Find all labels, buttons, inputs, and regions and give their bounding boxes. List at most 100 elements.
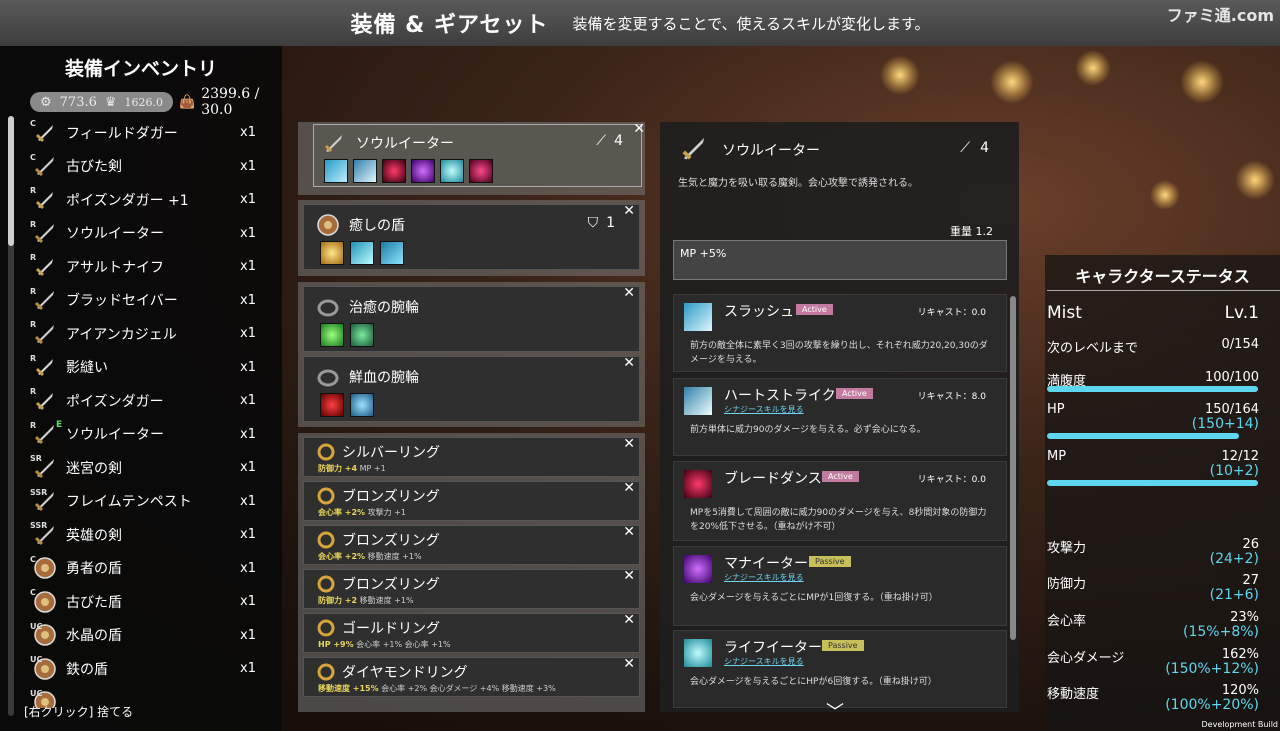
detail-item-name: ソウルイーター [722, 143, 820, 159]
inventory-item[interactable]: R ソウルイーター x1 [26, 217, 276, 251]
inventory-item[interactable]: SSR フレイムテンペスト x1 [26, 485, 276, 519]
inventory-item[interactable]: C フィールドダガー x1 [26, 116, 276, 150]
bracelet-slot-2[interactable]: 鮮血の腕輪 ✕ [303, 355, 640, 422]
ring-slot[interactable]: ブロンズリング ✕ 会心率 +2% 移動速度 +1% [303, 524, 640, 565]
stat-value-2: 1626.0 [124, 95, 164, 109]
inventory-item[interactable]: C 勇者の盾 x1 [26, 552, 276, 586]
close-icon[interactable]: ✕ [623, 568, 635, 584]
shield-level: 1 [606, 215, 615, 231]
close-icon[interactable]: ✕ [623, 524, 635, 540]
skill-blade-dance-icon[interactable] [382, 159, 406, 183]
inventory-item[interactable]: UC 鉄の盾 x1 [26, 652, 276, 686]
chevron-down-icon[interactable]: ﹀ [826, 698, 844, 724]
skill-heart-strike-icon[interactable] [353, 159, 377, 183]
ring-name: ブロンズリング [342, 489, 440, 505]
rarity-label: R [30, 420, 37, 430]
ring-slot[interactable]: ゴールドリング ✕ HP +9% 会心率 +1% 会心率 +1% [303, 612, 640, 653]
development-build-label: Development Build [1201, 720, 1278, 729]
shield-icon [316, 213, 340, 237]
inventory-item[interactable]: R ポイズンダガー +1 x1 [26, 183, 276, 217]
ring-slot[interactable]: ブロンズリング ✕ 会心率 +2% 攻撃力 +1 [303, 480, 640, 521]
skill-slash-icon[interactable] [324, 159, 348, 183]
skill-shield-2-icon[interactable] [350, 241, 374, 265]
scrollbar-thumb[interactable] [8, 116, 14, 246]
skill-regen-icon[interactable] [350, 323, 374, 347]
skill-mana-eater-icon[interactable] [411, 159, 435, 183]
detail-scrollbar[interactable] [1010, 296, 1016, 640]
skill-shield-3-icon[interactable] [380, 241, 404, 265]
skill-shield-1-icon[interactable] [320, 241, 344, 265]
ring-slot[interactable]: シルバーリング ✕ 防御力 +4 MP +1 [303, 436, 640, 477]
inventory-item[interactable]: SSR 英雄の剣 x1 [26, 518, 276, 552]
skill-blood-icon[interactable] [320, 393, 344, 417]
close-icon[interactable]: ✕ [623, 355, 635, 371]
inventory-item[interactable]: C 古びた盾 x1 [26, 585, 276, 619]
inventory-item[interactable]: SR 迷宮の剣 x1 [26, 451, 276, 485]
inventory-item[interactable]: R アイアンカジェル x1 [26, 317, 276, 351]
inventory-item[interactable]: R ポイズンダガー x1 [26, 384, 276, 418]
inventory-item-qty: x1 [240, 560, 256, 576]
close-icon[interactable]: ✕ [623, 285, 635, 301]
skill-extra-icon[interactable] [469, 159, 493, 183]
bracelet-1-name: 治癒の腕輪 [349, 300, 419, 316]
top-bar: 装備 & ギアセット 装備を変更することで、使えるスキルが変化します。 [0, 0, 1280, 46]
skill-description: 会心ダメージを与えるごとにMPが1回復する。（重ね掛け可） [690, 593, 938, 603]
inventory-item-qty: x1 [240, 259, 256, 275]
skill-type-badge: Passive [809, 556, 851, 567]
status-hp: HP 150/164 (150+14) [1047, 402, 1259, 432]
skill-life-eater-icon[interactable] [440, 159, 464, 183]
close-icon[interactable]: ✕ [633, 121, 645, 137]
hp-bar [1047, 433, 1239, 439]
status-title: キャラクターステータス [1075, 267, 1250, 286]
close-icon[interactable]: ✕ [623, 612, 635, 628]
blade-icon: ⟋ [960, 140, 971, 156]
skill-guard-icon[interactable] [350, 393, 374, 417]
ring-slot[interactable]: ダイヤモンドリング ✕ 移動速度 +15% 会心率 +2% 会心ダメージ +4% 移… [303, 656, 640, 697]
skill-card[interactable]: ハートストライク Active リキャスト：8.0 シナジースキルを見る 前方単体に威力… [673, 378, 1007, 456]
skill-icon [684, 387, 712, 415]
skill-recast: リキャスト：8.0 [917, 392, 986, 402]
inventory-item[interactable]: R 影縫い x1 [26, 351, 276, 385]
rarity-label: UC [30, 655, 43, 664]
ring-stats: HP +9% 会心率 +1% 会心率 +1% [318, 640, 451, 649]
weapon-slot[interactable]: ソウルイーター ⟋ 4 ✕ [313, 121, 645, 187]
bracelet-slot-1[interactable]: 治癒の腕輪 ✕ [303, 285, 640, 352]
shield-slot[interactable]: 癒しの盾 ⛉ 1 ✕ [303, 203, 640, 270]
inventory-item-qty: x1 [240, 192, 256, 208]
detail-level-value: 4 [980, 140, 989, 156]
weapon-name: ソウルイーター [356, 136, 454, 152]
skill-heal-icon[interactable] [320, 323, 344, 347]
rarity-label: R [30, 387, 37, 396]
skill-card[interactable]: スラッシュ Active リキャスト：0.0 前方の敵全体に素早く3回の攻撃を繰り出し… [673, 294, 1007, 372]
close-icon[interactable]: ✕ [623, 436, 635, 452]
ring-list: シルバーリング ✕ 防御力 +4 MP +1 ブロンズリング ✕ 会心率 +2% 攻撃力 … [298, 436, 645, 697]
synergy-skill-link[interactable]: シナジースキルを見る [724, 404, 804, 415]
inventory-item-name: 鉄の盾 [66, 661, 108, 678]
ring-name: ダイヤモンドリング [342, 665, 468, 681]
rarity-label: R [30, 219, 37, 229]
watermark: ファミ通.com [1166, 6, 1274, 25]
synergy-skill-link[interactable]: シナジースキルを見る [724, 572, 804, 583]
ring-stats: 防御力 +2 移動速度 +1% [318, 596, 414, 605]
status-crit-damage: 会心ダメージ 162% (150%+12%) [1047, 647, 1259, 677]
rarity-label: R [30, 253, 37, 262]
inventory-item[interactable]: R E ソウルイーター x1 [26, 418, 276, 452]
skill-card[interactable]: マナイーター Passive シナジースキルを見る 会心ダメージを与えるごとにMPが1… [673, 546, 1007, 626]
close-icon[interactable]: ✕ [623, 656, 635, 672]
synergy-skill-link[interactable]: シナジースキルを見る [724, 656, 804, 667]
inventory-title: 装備インベントリ [64, 58, 217, 80]
skill-icon [684, 639, 712, 667]
inventory-item[interactable]: R アサルトナイフ x1 [26, 250, 276, 284]
inventory-scrollbar[interactable] [8, 116, 14, 716]
close-icon[interactable]: ✕ [623, 480, 635, 496]
inventory-item[interactable]: R ブラッドセイバー x1 [26, 284, 276, 318]
skill-card[interactable]: ライフイーター Passive シナジースキルを見る 会心ダメージを与えるごとにHPが… [673, 630, 1007, 708]
skill-card[interactable]: ブレードダンス Active リキャスト：0.0 MPを5消費して周囲の敵に威力90の… [673, 461, 1007, 541]
inventory-item[interactable]: C 古びた剣 x1 [26, 150, 276, 184]
ring-slot[interactable]: ブロンズリング ✕ 防御力 +2 移動速度 +1% [303, 568, 640, 609]
close-icon[interactable]: ✕ [623, 203, 635, 219]
ring-name: シルバーリング [342, 445, 440, 461]
inventory-item[interactable]: UC 水晶の盾 x1 [26, 619, 276, 653]
rarity-label: R [30, 320, 37, 329]
rarity-label: R [30, 286, 37, 296]
